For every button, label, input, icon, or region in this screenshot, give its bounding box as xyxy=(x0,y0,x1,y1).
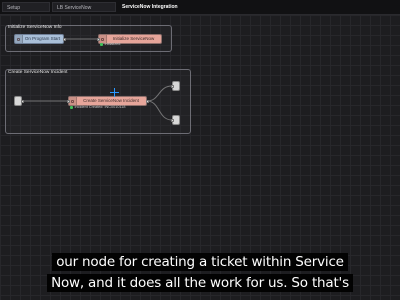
caption-line-2: Now, and it does all the work for us. So… xyxy=(47,274,353,292)
output-node-top-input-port[interactable] xyxy=(170,84,174,88)
node-status-incident-created: Incident Created: INC0010118 xyxy=(70,105,126,110)
function-input-port[interactable] xyxy=(96,37,100,41)
status-text: Initialized xyxy=(104,42,121,46)
output-node-bottom-input-port[interactable] xyxy=(170,118,174,122)
link-in-output-port[interactable] xyxy=(20,99,24,103)
video-caption: our node for creating a ticket within Se… xyxy=(0,252,400,294)
create-output-port[interactable] xyxy=(145,99,149,103)
inject-icon xyxy=(15,35,23,43)
caption-line-1: our node for creating a ticket within Se… xyxy=(52,253,348,271)
crosshair-cursor-icon xyxy=(110,88,119,97)
status-dot-icon xyxy=(100,42,103,46)
group-label-initialize: Initialize ServiceNow Info xyxy=(8,25,62,30)
status-text: Incident Created: INC0010118 xyxy=(74,105,126,109)
inject-node-on-program-start[interactable]: On Program Start xyxy=(14,34,64,44)
status-dot-icon xyxy=(70,105,73,109)
inject-output-port[interactable] xyxy=(62,37,66,41)
create-node-label: Create ServiceNow Incident xyxy=(83,98,139,103)
function-icon xyxy=(69,97,77,105)
node-status-initialized: Initialized xyxy=(100,42,120,47)
inject-node-label: On Program Start xyxy=(24,36,61,41)
create-input-port[interactable] xyxy=(66,99,70,103)
function-node-label: Initialize ServiceNow xyxy=(112,36,155,41)
group-label-create: Create ServiceNow Incident xyxy=(8,70,68,75)
